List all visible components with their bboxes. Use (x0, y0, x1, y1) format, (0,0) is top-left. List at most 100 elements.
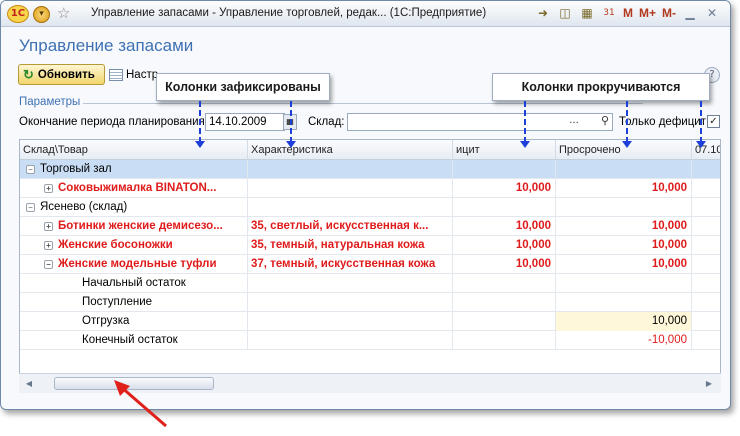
table-row[interactable]: − Женские модельные туфли 37, темный, иск… (20, 255, 720, 274)
app-logo[interactable]: 1С (7, 5, 29, 23)
close-icon[interactable]: ✕ (704, 5, 720, 22)
cell-item: + Соковыжималка BINATON... (20, 179, 248, 198)
annotation-line (199, 101, 201, 143)
settings-label: Настр (126, 69, 159, 81)
annotation-arrowhead (520, 141, 530, 148)
expand-icon[interactable]: + (44, 222, 53, 231)
scroll-columns-callout: Колонки прокручиваются (492, 73, 710, 101)
cell-characteristic (248, 274, 453, 293)
cell-item: − Торговый зал (20, 160, 248, 179)
choose-button[interactable]: ... (566, 114, 582, 130)
settings-icon (109, 69, 123, 81)
table-row[interactable]: Конечный остаток -10,000 (20, 331, 720, 350)
column-header-item[interactable]: Склад\Товар (20, 140, 248, 160)
cell-deficit (453, 293, 556, 312)
table-row[interactable]: − Торговый зал (20, 160, 720, 179)
params-group-label: Параметры (19, 96, 81, 108)
cell-characteristic (248, 179, 453, 198)
period-input[interactable]: 14.10.2009 (205, 113, 285, 131)
cell-deficit: 10,000 (453, 217, 556, 236)
m-button[interactable]: M (623, 5, 633, 22)
calendar-icon[interactable]: 31 (601, 5, 617, 22)
scroll-left-icon[interactable]: ◀ (23, 377, 35, 390)
cell-deficit: 10,000 (453, 179, 556, 198)
m-minus-button[interactable]: M- (662, 5, 676, 22)
cell-overdue: 10,000 (556, 255, 692, 274)
cell-overdue (556, 274, 692, 293)
table-row[interactable]: + Соковыжималка BINATON... 10,000 10,000 (20, 179, 720, 198)
cell-deficit (453, 312, 556, 331)
table-row[interactable]: − Ясенево (склад) (20, 198, 720, 217)
cell-item: − Ясенево (склад) (20, 198, 248, 217)
period-label: Окончание периода планирования: (19, 116, 208, 128)
minimize-icon[interactable]: ▁ (682, 5, 698, 22)
annotation-arrowhead (622, 141, 632, 148)
warehouse-label: Склад: (308, 116, 345, 128)
scroll-right-icon[interactable]: ▶ (703, 377, 715, 390)
expand-icon[interactable]: + (44, 241, 53, 250)
star-icon[interactable]: ☆ (57, 4, 70, 22)
refresh-button[interactable]: ↻ Обновить (18, 64, 105, 85)
title-toolbar: ➜ ◫ ▦ 31 M M+ M- ▁ ✕ (535, 5, 720, 22)
stock-table[interactable]: Склад\Товар Характеристика ицит Просроче… (19, 139, 721, 393)
cell-overdue: 10,000 (556, 179, 692, 198)
expand-icon[interactable]: + (44, 184, 53, 193)
params-divider (83, 103, 643, 104)
annotation-arrowhead (195, 141, 205, 148)
cell-item: Конечный остаток (20, 331, 248, 350)
bookmark-icon[interactable]: ◫ (557, 5, 573, 22)
annotation-line (524, 101, 526, 143)
fixed-columns-callout: Колонки зафиксированы (156, 73, 330, 101)
cell-overdue: 10,000 (556, 236, 692, 255)
deficit-only-label: Только дефицит (619, 116, 706, 128)
cell-deficit (453, 198, 556, 217)
cell-item: Отгрузка (20, 312, 248, 331)
cell-characteristic (248, 331, 453, 350)
cell-characteristic (248, 312, 453, 331)
cell-characteristic: 37, темный, искусственная кожа (248, 255, 453, 274)
deficit-only-checkbox[interactable]: ✓ (707, 115, 720, 128)
cell-item: + Женские босоножки (20, 236, 248, 255)
cell-overdue: -10,000 (556, 331, 692, 350)
cell-deficit (453, 331, 556, 350)
column-header-characteristic[interactable]: Характеристика (248, 140, 453, 160)
table-row[interactable]: Отгрузка 10,000 (20, 312, 720, 331)
arrow-right-icon[interactable]: ➜ (535, 5, 551, 22)
search-icon[interactable]: ⚲ (597, 113, 613, 131)
cell-overdue: 10,000 (556, 312, 692, 331)
title-bar: 1С ▾ ☆ Управление запасами - Управление … (1, 1, 730, 27)
cell-deficit: 10,000 (453, 255, 556, 274)
main-window: 1С ▾ ☆ Управление запасами - Управление … (0, 0, 731, 410)
cell-deficit (453, 274, 556, 293)
m-plus-button[interactable]: M+ (639, 5, 656, 22)
cell-overdue (556, 198, 692, 217)
column-header-deficit[interactable]: ицит (453, 140, 556, 160)
cell-characteristic: 35, светлый, искусственная к... (248, 217, 453, 236)
table-row[interactable]: + Ботинки женские демисезо... 35, светлый… (20, 217, 720, 236)
collapse-icon[interactable]: − (26, 165, 35, 174)
cell-item: Начальный остаток (20, 274, 248, 293)
annotation-arrowhead (696, 141, 706, 148)
table-row[interactable]: + Женские босоножки 35, темный, натуральн… (20, 236, 720, 255)
red-pointer-arrow (114, 380, 167, 428)
cell-overdue (556, 160, 692, 179)
cell-overdue (556, 293, 692, 312)
table-row[interactable]: Начальный остаток (20, 274, 720, 293)
annotation-line (626, 101, 628, 143)
refresh-icon: ↻ (23, 66, 34, 82)
cell-deficit: 10,000 (453, 236, 556, 255)
collapse-icon[interactable]: − (44, 260, 53, 269)
cell-overdue: 10,000 (556, 217, 692, 236)
cell-characteristic (248, 293, 453, 312)
cell-characteristic (248, 198, 453, 217)
settings-button[interactable]: Настр (109, 65, 158, 85)
annotation-line (290, 101, 292, 143)
main-menu-button[interactable]: ▾ (33, 6, 50, 23)
refresh-label: Обновить (37, 68, 95, 81)
form-title: Управление запасами (19, 36, 194, 55)
calculator-icon[interactable]: ▦ (579, 5, 595, 22)
cell-deficit (453, 160, 556, 179)
window-title: Управление запасами - Управление торговл… (91, 7, 487, 19)
collapse-icon[interactable]: − (26, 203, 35, 212)
table-row[interactable]: Поступление (20, 293, 720, 312)
